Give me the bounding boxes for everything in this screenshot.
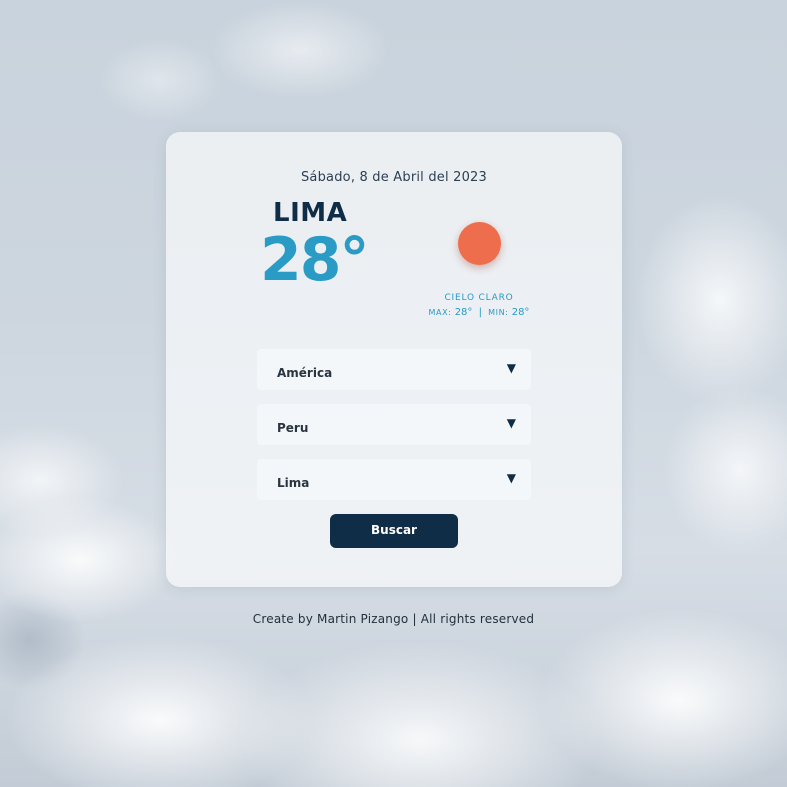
city-name: LIMA [273,198,348,228]
max-min-temperature: MAX: 28° | MIN: 28° [406,307,552,318]
continent-select[interactable]: América ▼ [257,349,531,390]
max-min-separator: | [478,307,482,318]
country-select[interactable]: Peru ▼ [257,404,531,445]
temperature: 28° [260,225,369,295]
min-value: 28° [511,307,530,318]
weather-card: Sábado, 8 de Abril del 2023 LIMA 28° CIE… [166,132,622,587]
max-label: MAX: [428,308,452,317]
sun-icon [458,222,501,265]
search-button[interactable]: Buscar [330,514,458,548]
chevron-down-icon: ▼ [506,416,516,430]
chevron-down-icon: ▼ [506,361,516,375]
city-select[interactable]: Lima ▼ [257,459,531,500]
chevron-down-icon: ▼ [506,471,516,485]
country-select-value: Peru [277,421,309,435]
max-value: 28° [454,307,473,318]
continent-select-value: América [277,366,333,380]
footer-credits: Create by Martin Pizango | All rights re… [252,612,535,626]
city-select-value: Lima [277,476,310,490]
weather-condition: CIELO CLARO [444,293,514,303]
min-label: MIN: [488,308,509,317]
current-date: Sábado, 8 de Abril del 2023 [300,170,488,185]
